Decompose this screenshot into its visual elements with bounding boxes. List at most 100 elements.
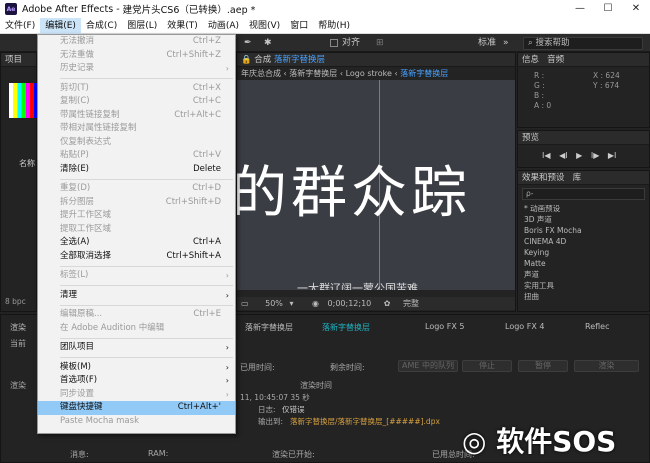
effects-item[interactable]: 扭曲 — [518, 291, 649, 302]
effects-item[interactable]: Keying — [518, 247, 649, 258]
pin-tool-icon[interactable]: ✒ — [244, 37, 252, 49]
edit-menu-item[interactable]: 首选项(F) › — [38, 374, 235, 388]
tab-reflec[interactable]: Reflec — [585, 322, 609, 332]
library-tab[interactable]: 库 — [573, 173, 582, 183]
prev-frame-button[interactable]: ◀I — [559, 151, 568, 160]
log-select[interactable]: 仅错误 — [282, 404, 305, 415]
menu-item-label: 同步设置 — [60, 388, 95, 399]
effects-item[interactable]: CINEMA 4D — [518, 236, 649, 247]
menu-view[interactable]: 视图(V) — [244, 18, 285, 34]
minimize-button[interactable]: — — [566, 0, 594, 18]
effects-item[interactable]: Boris FX Mocha — [518, 225, 649, 236]
effects-item[interactable]: Matte — [518, 258, 649, 269]
edit-menu-item[interactable]: 仅复制表达式 — [38, 136, 235, 150]
workspace-menu-icon[interactable]: » — [503, 37, 509, 49]
edit-menu-item[interactable]: 团队项目 › — [38, 341, 235, 355]
next-frame-button[interactable]: I▶ — [591, 151, 600, 160]
tab-logo-fx5[interactable]: Logo FX 5 — [425, 322, 464, 332]
tab-comp-2[interactable]: 落新字替换层 — [322, 322, 370, 332]
ame-queue-button[interactable]: AME 中的队列 — [398, 360, 458, 372]
edit-menu-item[interactable]: 带相对属性链接复制 — [38, 122, 235, 136]
edit-menu-item[interactable]: 清除(E) Delete — [38, 163, 235, 177]
edit-menu-item[interactable]: 模板(M) › — [38, 361, 235, 375]
snap-checkbox[interactable] — [330, 39, 338, 47]
menu-layer[interactable]: 图层(L) — [122, 18, 162, 34]
workspace-label[interactable]: 标准 — [478, 37, 496, 49]
edit-menu-item[interactable]: 无法重做 Ctrl+Shift+Z — [38, 49, 235, 63]
edit-menu-item[interactable]: 同步设置 › — [38, 388, 235, 402]
edit-menu-item[interactable]: 复制(C) Ctrl+C — [38, 95, 235, 109]
edit-menu-item[interactable]: 编辑原稿... Ctrl+E — [38, 308, 235, 322]
info-tab[interactable]: 信息 — [522, 55, 539, 65]
edit-menu-item[interactable]: 拆分图层 Ctrl+Shift+D — [38, 196, 235, 210]
chevron-down-icon[interactable]: ▾ — [289, 299, 293, 308]
quality-select[interactable]: 完整 — [403, 299, 419, 308]
edit-menu-item[interactable]: 在 Adobe Audition 中编辑 — [38, 322, 235, 336]
edit-menu-item[interactable]: 带属性链接复制 Ctrl+Alt+C — [38, 109, 235, 123]
composition-tab[interactable]: 🔒 合成 落新字替换层 — [237, 53, 515, 67]
output-label: 输出到: — [258, 417, 284, 426]
edit-menu-item[interactable]: 提升工作区域 — [38, 209, 235, 223]
edit-menu-item[interactable]: 无法撤消 Ctrl+Z — [38, 35, 235, 49]
timecode[interactable]: 0;00;12;10 — [328, 299, 372, 308]
close-button[interactable]: ✕ — [622, 0, 650, 18]
project-title[interactable]: 项目 — [1, 53, 36, 67]
tab-comp-1[interactable]: 落新字替换层 — [245, 322, 293, 332]
tab-logo-fx4[interactable]: Logo FX 4 — [505, 322, 544, 332]
edit-menu-item[interactable]: 历史记录 › — [38, 62, 235, 76]
edit-menu-item[interactable]: 提取工作区域 — [38, 223, 235, 237]
output-path-link[interactable]: 落新字替换层/落新字替换层_[#####].dpx — [290, 416, 440, 427]
effects-search-input[interactable]: ρ- — [522, 188, 645, 200]
edit-menu-item[interactable]: 重复(D) Ctrl+D — [38, 182, 235, 196]
edit-menu-item[interactable]: 全部取消选择 Ctrl+Shift+A — [38, 250, 235, 264]
pause-button[interactable]: 暂停 — [518, 360, 568, 372]
preview-title[interactable]: 预览 — [518, 131, 649, 145]
name-column-header[interactable]: 名称 — [19, 158, 35, 169]
render-time-column[interactable]: 渲染时间 — [300, 380, 332, 391]
snap-options-icon[interactable]: ⊞ — [376, 37, 384, 49]
composition-viewer[interactable]: 的群众踪 一大群辽阔一蒙公国苦难 — [237, 80, 515, 290]
breadcrumb-item[interactable]: 年庆总合成 — [241, 69, 281, 78]
search-help-input[interactable]: ⌕ 搜索帮助 — [523, 37, 643, 50]
menu-composition[interactable]: 合成(C) — [81, 18, 122, 34]
menu-item-label: 键盘快捷键 — [60, 402, 103, 412]
last-frame-button[interactable]: ▶I — [608, 151, 617, 160]
breadcrumb-item-active[interactable]: 落新字替换层 — [400, 69, 448, 78]
watermark-text: 软件SOS — [496, 425, 617, 458]
effects-item[interactable]: 实用工具 — [518, 280, 649, 291]
menu-help[interactable]: 帮助(H) — [313, 18, 355, 34]
edit-menu-item[interactable]: Paste Mocha mask — [38, 415, 235, 429]
play-button[interactable]: ▶ — [576, 151, 582, 160]
audio-tab[interactable]: 音频 — [547, 55, 564, 65]
tab-render[interactable]: 渲染 — [10, 322, 26, 332]
stop-button[interactable]: 停止 — [462, 360, 512, 372]
render-button[interactable]: 渲染 — [574, 360, 639, 372]
bpc-label[interactable]: 8 bpc — [5, 297, 26, 306]
effects-item[interactable]: 3D 声道 — [518, 214, 649, 225]
log-label: 日志: — [258, 405, 276, 414]
maximize-button[interactable]: ☐ — [594, 0, 622, 18]
edit-menu-item[interactable]: 全选(A) Ctrl+A — [38, 236, 235, 250]
display-icon[interactable]: ▭ — [241, 299, 249, 308]
effects-item[interactable]: 声道 — [518, 269, 649, 280]
puppet-tool-icon[interactable]: ✱ — [264, 37, 272, 49]
effects-item[interactable]: * 动画预设 — [518, 203, 649, 214]
edit-menu-item[interactable]: 粘贴(P) Ctrl+V — [38, 149, 235, 163]
camera-icon[interactable]: ◉ — [312, 299, 319, 308]
color-icon[interactable]: ✿ — [384, 299, 391, 308]
edit-menu-item[interactable]: 键盘快捷键 Ctrl+Alt+' — [38, 401, 235, 415]
edit-menu-item[interactable]: 清理 › — [38, 289, 235, 303]
breadcrumb-item[interactable]: 落新字替换层 — [289, 69, 337, 78]
menu-animation[interactable]: 动画(A) — [203, 18, 244, 34]
edit-menu-item[interactable]: 标签(L) › — [38, 269, 235, 283]
menu-edit[interactable]: 编辑(E) — [40, 17, 81, 34]
first-frame-button[interactable]: I◀ — [542, 151, 551, 160]
menu-effect[interactable]: 效果(T) — [162, 18, 203, 34]
breadcrumb-item[interactable]: Logo stroke — [346, 69, 392, 78]
render-column[interactable]: 渲染 — [10, 380, 26, 391]
zoom-select[interactable]: 50% — [265, 299, 283, 308]
menu-file[interactable]: 文件(F) — [0, 18, 40, 34]
effects-tab[interactable]: 效果和预设 — [522, 173, 565, 183]
menu-window[interactable]: 窗口 — [285, 18, 313, 34]
edit-menu-item[interactable]: 剪切(T) Ctrl+X — [38, 82, 235, 96]
